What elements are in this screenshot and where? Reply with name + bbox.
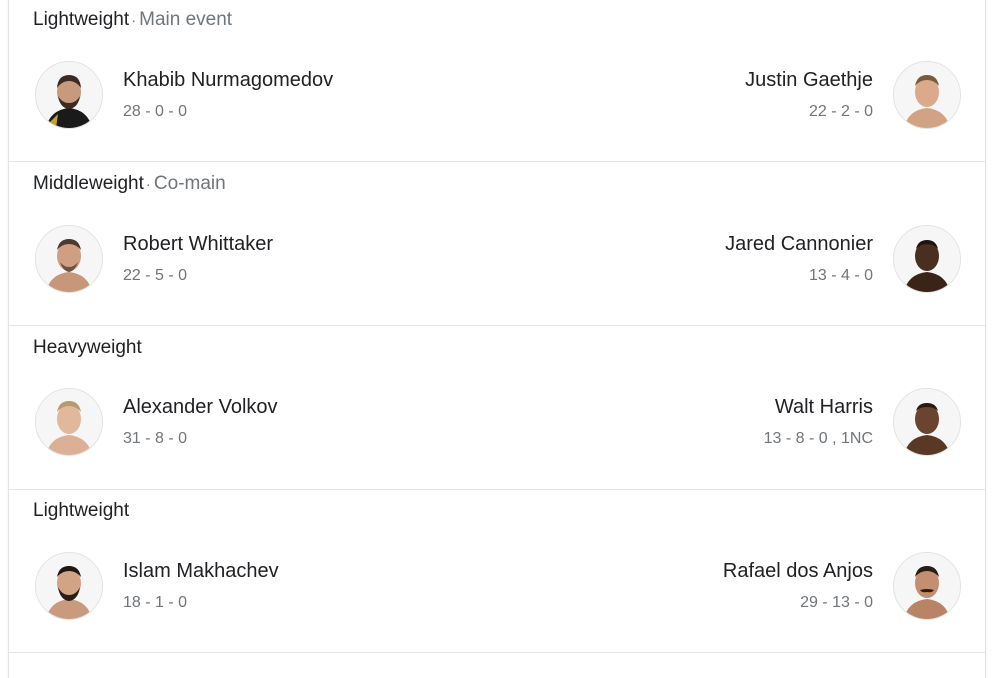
fighter-photo-icon[interactable]: [893, 552, 961, 620]
fighter-name[interactable]: Robert Whittaker: [123, 233, 273, 256]
fighter-name[interactable]: Rafael dos Anjos: [723, 560, 873, 583]
fighter-name[interactable]: Jared Cannonier: [725, 233, 873, 256]
fight-row[interactable]: Middleweight · Co-main Robert Whittaker 22…: [9, 163, 985, 326]
fighter-record: 29 - 13 - 0: [800, 594, 873, 611]
division-label: Heavyweight: [33, 337, 142, 358]
fighter-record: 22 - 2 - 0: [808, 103, 873, 120]
fight-title: Middleweight · Co-main: [33, 173, 226, 195]
billing-label: Co-main: [153, 173, 226, 194]
fighter-name[interactable]: Islam Makhachev: [123, 560, 279, 583]
fight-row[interactable]: Lightweight Islam Makhachev 18 - 1 - 0 R…: [9, 490, 985, 653]
fighter-photo-icon[interactable]: [35, 225, 103, 293]
separator-dot: ·: [131, 12, 137, 29]
fighter-name[interactable]: Justin Gaethje: [745, 69, 873, 92]
fight-title: Heavyweight: [33, 337, 142, 359]
fight-row[interactable]: Lightweight · Main event Khabib Nurmagomed…: [9, 0, 985, 162]
fighter-record: 13 - 8 - 0 , 1NC: [763, 430, 873, 447]
fighter-photo-icon[interactable]: [35, 552, 103, 620]
billing-label: Main event: [139, 9, 233, 30]
fighter-photo-icon[interactable]: [893, 225, 961, 293]
fighter-name[interactable]: Alexander Volkov: [123, 396, 278, 419]
fighter-name[interactable]: Khabib Nurmagomedov: [123, 69, 333, 92]
fighter-photo-icon[interactable]: [893, 388, 961, 456]
fighter-record: 22 - 5 - 0: [123, 267, 188, 284]
fighter-record: 13 - 4 - 0: [808, 267, 873, 284]
division-label: Lightweight: [33, 9, 130, 30]
fight-card-list: Lightweight · Main event Khabib Nurmagomed…: [8, 0, 986, 678]
fight-title: Lightweight: [33, 500, 129, 522]
fighter-record: 18 - 1 - 0: [123, 594, 188, 611]
fight-title: Lightweight · Main event: [33, 9, 232, 31]
separator-dot: ·: [145, 176, 151, 193]
division-label: Middleweight: [33, 173, 144, 194]
fighter-name[interactable]: Walt Harris: [775, 396, 873, 419]
fighter-photo-icon[interactable]: [35, 61, 103, 129]
fighter-photo-icon[interactable]: [893, 61, 961, 129]
division-label: Lightweight: [33, 500, 130, 521]
fight-row[interactable]: Heavyweight Alexander Volkov 31 - 8 - 0: [9, 327, 985, 490]
fighter-photo-icon[interactable]: [35, 388, 103, 456]
fighter-record: 31 - 8 - 0: [123, 430, 188, 447]
fighter-record: 28 - 0 - 0: [123, 103, 188, 120]
